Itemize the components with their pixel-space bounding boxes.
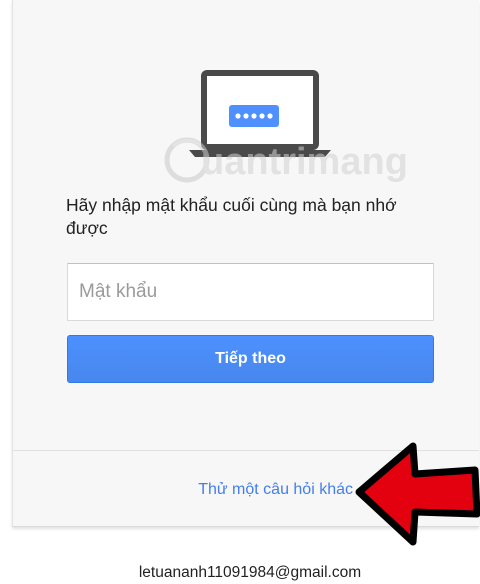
watermark-text: uantrimang (201, 141, 408, 183)
password-prompt: Hãy nhập mật khẩu cuối cùng mà bạn nhớ đ… (66, 195, 397, 238)
watermark-logo: uantrimang (164, 137, 408, 183)
red-arrow-icon (355, 442, 480, 546)
try-another-question-link[interactable]: Thử một câu hỏi khác (13, 481, 353, 499)
password-input[interactable] (67, 263, 434, 321)
page: uantrimang Hãy nhập mật khẩu cuối cùng m… (0, 0, 480, 584)
recovery-card: uantrimang Hãy nhập mật khẩu cuối cùng m… (12, 0, 480, 546)
next-button[interactable]: Tiếp theo (67, 335, 434, 383)
account-email: letuananh11091984@gmail.com (138, 564, 362, 581)
